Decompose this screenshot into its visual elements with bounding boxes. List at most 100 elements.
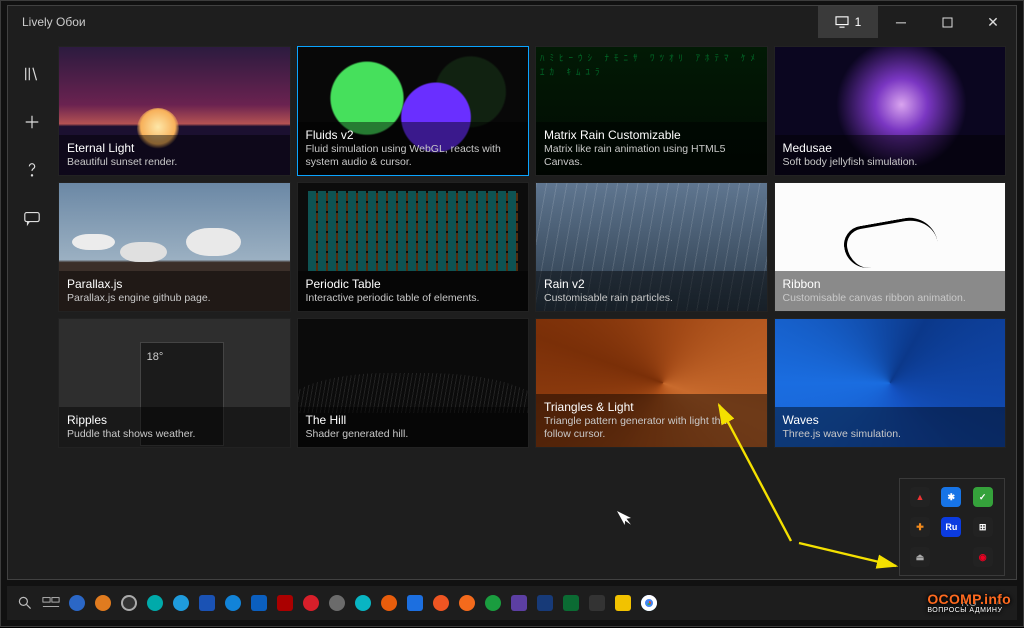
wallpaper-desc: Parallax.js engine github page. bbox=[67, 292, 282, 305]
wallpaper-title: Waves bbox=[783, 413, 998, 427]
tray-lively[interactable]: ◉ bbox=[973, 547, 993, 567]
taskbar-app-qbittorrent[interactable] bbox=[67, 593, 87, 613]
wallpaper-title: Fluids v2 bbox=[306, 128, 521, 142]
tray-ok[interactable]: ✓ bbox=[973, 487, 993, 507]
tray-ru[interactable]: Ru bbox=[941, 517, 961, 537]
taskbar-app-filezilla[interactable] bbox=[275, 593, 295, 613]
taskbar-app-excel[interactable] bbox=[561, 593, 581, 613]
wallpaper-tile[interactable]: Rain v2Customisable rain particles. bbox=[535, 182, 768, 312]
wallpaper-caption: Rain v2Customisable rain particles. bbox=[536, 271, 767, 311]
taskbar-app-telegram[interactable] bbox=[171, 593, 191, 613]
taskbar-app-chrome[interactable] bbox=[483, 593, 503, 613]
wallpaper-caption: RipplesPuddle that shows weather. bbox=[59, 407, 290, 447]
taskbar-app-app-purple[interactable] bbox=[509, 593, 529, 613]
wallpaper-desc: Interactive periodic table of elements. bbox=[306, 292, 521, 305]
chat-icon[interactable] bbox=[20, 206, 44, 230]
watermark: OCOMP.infoВОПРОСЫ АДМИНУ bbox=[927, 592, 1011, 614]
wallpaper-caption: WavesThree.js wave simulation. bbox=[775, 407, 1006, 447]
wallpaper-title: Matrix Rain Customizable bbox=[544, 128, 759, 142]
taskbar-app-yandex[interactable] bbox=[431, 593, 451, 613]
search-icon[interactable] bbox=[15, 593, 35, 613]
wallpaper-desc: Shader generated hill. bbox=[306, 428, 521, 441]
taskbar-app-app-cyan-dl[interactable] bbox=[353, 593, 373, 613]
taskbar-app-app-down-arrow[interactable] bbox=[145, 593, 165, 613]
task-view-icon[interactable] bbox=[41, 593, 61, 613]
taskbar-app-opera[interactable] bbox=[301, 593, 321, 613]
wallpaper-caption: Eternal LightBeautiful sunset render. bbox=[59, 135, 290, 175]
wallpaper-tile[interactable]: WavesThree.js wave simulation. bbox=[774, 318, 1007, 448]
wallpaper-tile[interactable]: Periodic TableInteractive periodic table… bbox=[297, 182, 530, 312]
wallpaper-tile[interactable]: Fluids v2Fluid simulation using WebGL, r… bbox=[297, 46, 530, 176]
wallpaper-desc: Beautiful sunset render. bbox=[67, 156, 282, 169]
system-tray-flyout[interactable]: ▲ ✱ ✓ ✚ Ru ⊞ ⏏ ◉ bbox=[899, 478, 1005, 576]
wallpaper-desc: Fluid simulation using WebGL, reacts wit… bbox=[306, 143, 521, 169]
tray-eject[interactable]: ⏏ bbox=[910, 547, 930, 567]
wallpaper-tile[interactable]: The HillShader generated hill. bbox=[297, 318, 530, 448]
help-icon[interactable] bbox=[20, 158, 44, 182]
taskbar-app-app-blue-square[interactable] bbox=[197, 593, 217, 613]
wallpaper-title: Parallax.js bbox=[67, 277, 282, 291]
taskbar-app-app-save-disk[interactable] bbox=[249, 593, 269, 613]
wallpaper-desc: Customisable rain particles. bbox=[544, 292, 759, 305]
taskbar-app-firefox[interactable] bbox=[457, 593, 477, 613]
tray-bluetooth[interactable]: ✱ bbox=[941, 487, 961, 507]
wallpaper-desc: Soft body jellyfish simulation. bbox=[783, 156, 998, 169]
tray-av[interactable]: ✚ bbox=[910, 517, 930, 537]
wallpaper-caption: The HillShader generated hill. bbox=[298, 407, 529, 447]
wallpaper-desc: Triangle pattern generator with light th… bbox=[544, 415, 759, 441]
tray-win[interactable]: ⊞ bbox=[973, 517, 993, 537]
wallpaper-title: Rain v2 bbox=[544, 277, 759, 291]
wallpaper-caption: MedusaeSoft body jellyfish simulation. bbox=[775, 135, 1006, 175]
taskbar-app-app-orange-hex[interactable] bbox=[93, 593, 113, 613]
monitor-number: 1 bbox=[855, 15, 862, 29]
wallpaper-title: Ripples bbox=[67, 413, 282, 427]
wallpaper-tile[interactable]: RipplesPuddle that shows weather. bbox=[58, 318, 291, 448]
plus-icon[interactable] bbox=[20, 110, 44, 134]
taskbar-app-notes[interactable] bbox=[613, 593, 633, 613]
monitor-selector[interactable]: 1 bbox=[818, 6, 878, 38]
taskbar-app-app-target[interactable] bbox=[119, 593, 139, 613]
wallpaper-tile[interactable]: Matrix Rain CustomizableMatrix like rain… bbox=[535, 46, 768, 176]
sidebar bbox=[8, 38, 56, 579]
wallpaper-desc: Customisable canvas ribbon animation. bbox=[783, 292, 998, 305]
wallpaper-title: Medusae bbox=[783, 141, 998, 155]
wallpaper-caption: Parallax.jsParallax.js engine github pag… bbox=[59, 271, 290, 311]
taskbar-app-lively-tray[interactable] bbox=[639, 593, 659, 613]
taskbar-app-app-grey-dot[interactable] bbox=[327, 593, 347, 613]
wallpaper-caption: Periodic TableInteractive periodic table… bbox=[298, 271, 529, 311]
wallpaper-tile[interactable]: Eternal LightBeautiful sunset render. bbox=[58, 46, 291, 176]
titlebar[interactable]: Lively Обои 1 ─ ✕ bbox=[8, 6, 1016, 38]
wallpaper-desc: Puddle that shows weather. bbox=[67, 428, 282, 441]
wallpaper-title: Eternal Light bbox=[67, 141, 282, 155]
taskbar-app-calc[interactable] bbox=[587, 593, 607, 613]
taskbar-app-edge[interactable] bbox=[223, 593, 243, 613]
monitor-icon bbox=[835, 16, 849, 28]
taskbar-app-app-window[interactable] bbox=[405, 593, 425, 613]
wallpaper-grid: Eternal LightBeautiful sunset render.Flu… bbox=[56, 38, 1016, 579]
lively-window: Lively Обои 1 ─ ✕ Eternal LightBea bbox=[7, 5, 1017, 580]
wallpaper-tile[interactable]: RibbonCustomisable canvas ribbon animati… bbox=[774, 182, 1007, 312]
wallpaper-title: Periodic Table bbox=[306, 277, 521, 291]
tray-a[interactable]: ▲ bbox=[910, 487, 930, 507]
wallpaper-tile[interactable]: MedusaeSoft body jellyfish simulation. bbox=[774, 46, 1007, 176]
taskbar-app-vlc[interactable] bbox=[379, 593, 399, 613]
wallpaper-desc: Three.js wave simulation. bbox=[783, 428, 998, 441]
maximize-button[interactable] bbox=[924, 6, 970, 38]
taskbar-app-word[interactable] bbox=[535, 593, 555, 613]
wallpaper-tile[interactable]: Triangles & LightTriangle pattern genera… bbox=[535, 318, 768, 448]
wallpaper-tile[interactable]: Parallax.jsParallax.js engine github pag… bbox=[58, 182, 291, 312]
taskbar[interactable]: RU ˄ bbox=[7, 586, 1017, 620]
wallpaper-caption: Fluids v2Fluid simulation using WebGL, r… bbox=[298, 122, 529, 175]
wallpaper-title: The Hill bbox=[306, 413, 521, 427]
wallpaper-title: Triangles & Light bbox=[544, 400, 759, 414]
wallpaper-title: Ribbon bbox=[783, 277, 998, 291]
close-button[interactable]: ✕ bbox=[970, 6, 1016, 38]
desktop: Lively Обои 1 ─ ✕ Eternal LightBea bbox=[0, 0, 1024, 627]
wallpaper-caption: RibbonCustomisable canvas ribbon animati… bbox=[775, 271, 1006, 311]
library-icon[interactable] bbox=[20, 62, 44, 86]
wallpaper-caption: Triangles & LightTriangle pattern genera… bbox=[536, 394, 767, 447]
wallpaper-desc: Matrix like rain animation using HTML5 C… bbox=[544, 143, 759, 169]
wallpaper-caption: Matrix Rain CustomizableMatrix like rain… bbox=[536, 122, 767, 175]
minimize-button[interactable]: ─ bbox=[878, 6, 924, 38]
app-title: Lively Обои bbox=[8, 15, 818, 29]
